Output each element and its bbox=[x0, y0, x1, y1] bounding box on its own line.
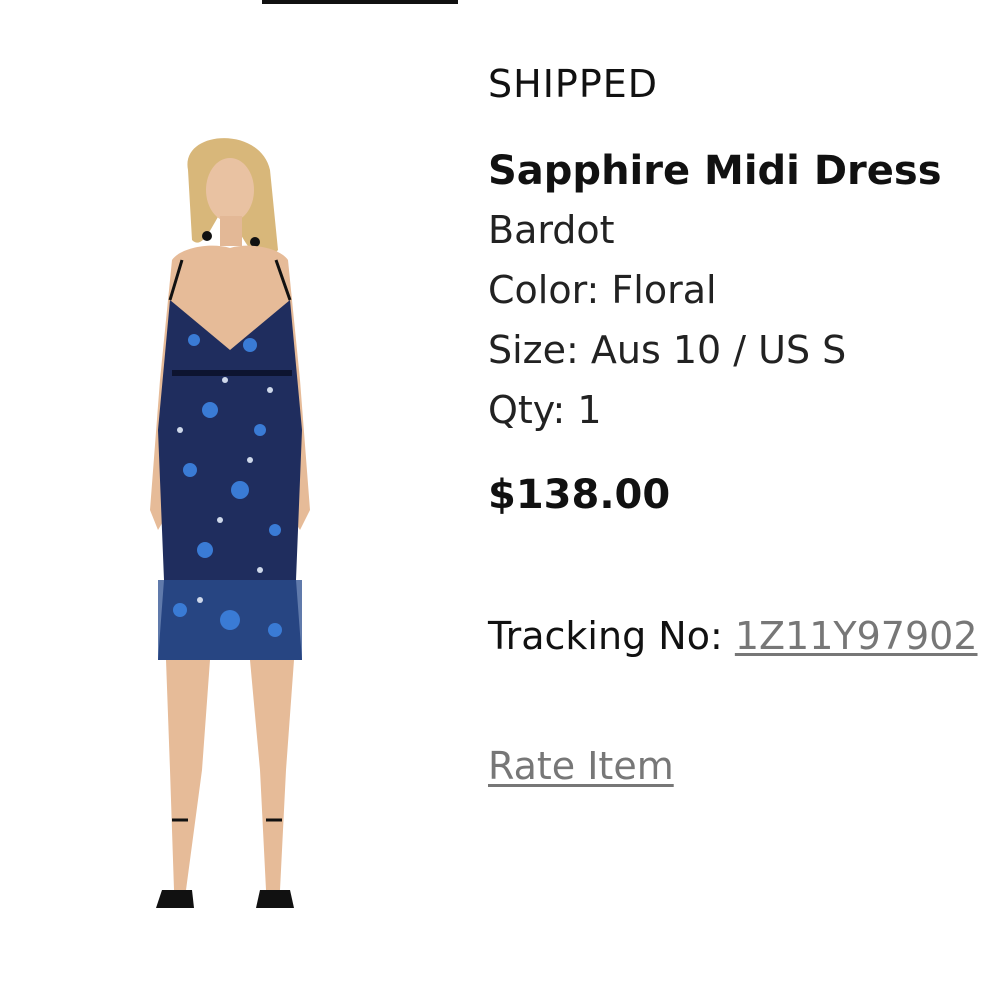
shipping-status: SHIPPED bbox=[488, 62, 659, 106]
product-size: Size: Aus 10 / US S bbox=[488, 328, 847, 372]
tracking-label: Tracking No: bbox=[488, 614, 735, 658]
order-item-details: SHIPPED Sapphire Midi Dress Bardot Color… bbox=[488, 0, 1000, 1000]
product-color: Color: Floral bbox=[488, 268, 717, 312]
rate-item-link[interactable]: Rate Item bbox=[488, 744, 674, 788]
active-tab-indicator bbox=[262, 0, 458, 4]
tracking-row: Tracking No: 1Z11Y97902 bbox=[488, 614, 978, 658]
product-name[interactable]: Sapphire Midi Dress bbox=[488, 148, 942, 194]
product-quantity: Qty: 1 bbox=[488, 388, 602, 432]
product-image[interactable] bbox=[110, 130, 350, 920]
tracking-number-link[interactable]: 1Z11Y97902 bbox=[735, 614, 978, 658]
product-brand: Bardot bbox=[488, 208, 615, 252]
product-price: $138.00 bbox=[488, 472, 671, 518]
order-item-page: SHIPPED Sapphire Midi Dress Bardot Color… bbox=[0, 0, 1000, 1000]
